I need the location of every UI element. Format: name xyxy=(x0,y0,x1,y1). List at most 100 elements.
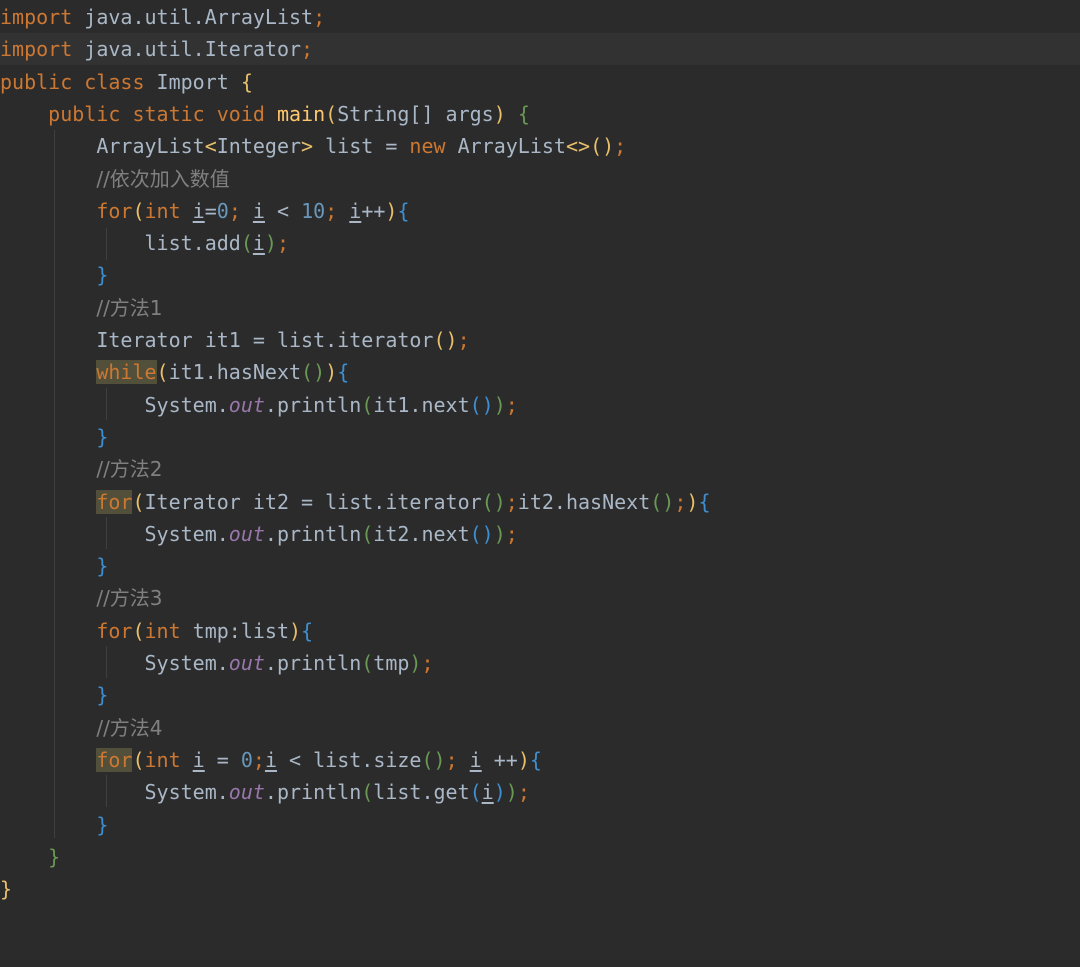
code-token: () xyxy=(433,328,458,352)
code-line[interactable]: System.out.println(it2.next()); xyxy=(0,518,1080,550)
code-token: new xyxy=(409,134,446,159)
code-line[interactable]: } xyxy=(0,421,1080,453)
code-line[interactable]: for(Iterator it2 = list.iterator();it2.h… xyxy=(0,486,1080,518)
code-token: //方法3 xyxy=(96,586,163,611)
code-token: ( xyxy=(325,101,338,126)
code-line[interactable]: public class Import { xyxy=(0,66,1080,98)
code-token: ( xyxy=(361,392,374,417)
code-token: i xyxy=(252,198,265,223)
code-token: ; xyxy=(325,198,350,223)
code-line[interactable]: //方法2 xyxy=(0,453,1080,485)
code-line[interactable]: list.add(i); xyxy=(0,227,1080,259)
code-token: ( xyxy=(469,780,482,805)
code-token: int xyxy=(144,618,181,643)
code-token: () xyxy=(301,360,326,385)
code-line[interactable]: //方法1 xyxy=(0,292,1080,324)
code-line[interactable]: //方法3 xyxy=(0,582,1080,614)
code-token: 0 xyxy=(216,198,229,223)
code-line[interactable]: public static void main(String[] args) { xyxy=(0,98,1080,130)
code-token: () xyxy=(469,521,494,546)
code-token: ArrayList xyxy=(445,134,566,159)
code-token: public static void xyxy=(48,101,265,126)
code-line[interactable]: } xyxy=(0,841,1080,873)
code-token: ; xyxy=(445,747,470,772)
code-line[interactable]: System.out.println(list.get(i)); xyxy=(0,776,1080,808)
code-line[interactable]: for(int i = 0;i < list.size(); i ++){ xyxy=(0,744,1080,776)
code-token: for xyxy=(96,618,133,643)
code-token: { xyxy=(240,69,253,94)
code-line[interactable]: for(int i=0; i < 10; i++){ xyxy=(0,195,1080,227)
code-token: java.util.Iterator xyxy=(72,37,302,62)
code-token: ++ xyxy=(361,198,386,223)
code-token: for xyxy=(96,198,133,223)
code-token: .println xyxy=(264,651,362,675)
code-token: () xyxy=(590,134,615,159)
code-token: System. xyxy=(144,521,229,546)
code-line[interactable]: //方法4 xyxy=(0,712,1080,744)
code-line[interactable]: System.out.println(tmp); xyxy=(0,647,1080,679)
code-token: } xyxy=(0,877,13,902)
code-token: > xyxy=(301,134,314,159)
code-line[interactable]: while(it1.hasNext()){ xyxy=(0,356,1080,388)
code-token: ) xyxy=(493,392,506,417)
code-token: { xyxy=(529,747,542,772)
code-token: ) xyxy=(517,747,530,772)
code-token: { xyxy=(337,360,350,385)
code-token: () xyxy=(481,489,506,514)
code-token: 10 xyxy=(301,198,326,223)
code-line[interactable]: Iterator it1 = list.iterator(); xyxy=(0,324,1080,356)
code-token: java.util.ArrayList xyxy=(72,5,314,29)
code-token: } xyxy=(96,263,109,288)
code-token: ( xyxy=(132,198,145,223)
code-line[interactable]: } xyxy=(0,873,1080,905)
code-token: } xyxy=(96,812,109,837)
code-token: ) xyxy=(385,198,398,223)
code-line[interactable]: } xyxy=(0,679,1080,711)
code-token: main xyxy=(276,101,326,126)
code-line[interactable]: for(int tmp:list){ xyxy=(0,615,1080,647)
code-token: out xyxy=(228,392,265,417)
code-token: { xyxy=(517,101,530,126)
code-line[interactable]: //依次加入数值 xyxy=(0,163,1080,195)
code-token: <> xyxy=(565,134,591,159)
code-token: ; xyxy=(252,747,265,772)
code-token: int xyxy=(144,198,181,223)
code-editor[interactable]: import java.util.ArrayList; import java.u… xyxy=(0,0,1080,967)
code-token: i xyxy=(192,198,205,223)
code-line[interactable]: } xyxy=(0,259,1080,291)
code-token: = xyxy=(204,747,241,772)
code-line[interactable]: ArrayList<Integer> list = new ArrayList<… xyxy=(0,130,1080,162)
code-token: Iterator it2 = list.iterator xyxy=(144,489,482,514)
code-line[interactable]: import java.util.Iterator; xyxy=(0,33,1080,66)
code-token: ; xyxy=(505,521,518,546)
code-token: for xyxy=(96,747,133,772)
code-line[interactable]: import java.util.ArrayList; xyxy=(0,1,1080,33)
code-token: } xyxy=(96,424,109,449)
code-token: ( xyxy=(361,780,374,805)
code-token: System. xyxy=(144,780,229,805)
code-line[interactable]: System.out.println(it1.next()); xyxy=(0,389,1080,421)
code-token: ( xyxy=(240,231,253,256)
code-token: tmp:list xyxy=(180,618,289,643)
code-token: it1.next xyxy=(373,392,470,417)
code-token: < list.size xyxy=(276,747,422,772)
code-token: System. xyxy=(144,651,229,675)
code-line[interactable]: } xyxy=(0,550,1080,582)
code-token: list.get xyxy=(373,780,470,805)
code-token: ) xyxy=(493,780,506,805)
code-token: i xyxy=(192,747,205,772)
code-token: 0 xyxy=(240,747,253,772)
code-token: String[] args xyxy=(337,101,494,126)
code-token: import xyxy=(0,37,73,62)
code-token: list.add xyxy=(144,231,241,256)
code-line[interactable]: } xyxy=(0,809,1080,841)
code-token: //方法1 xyxy=(96,295,163,320)
